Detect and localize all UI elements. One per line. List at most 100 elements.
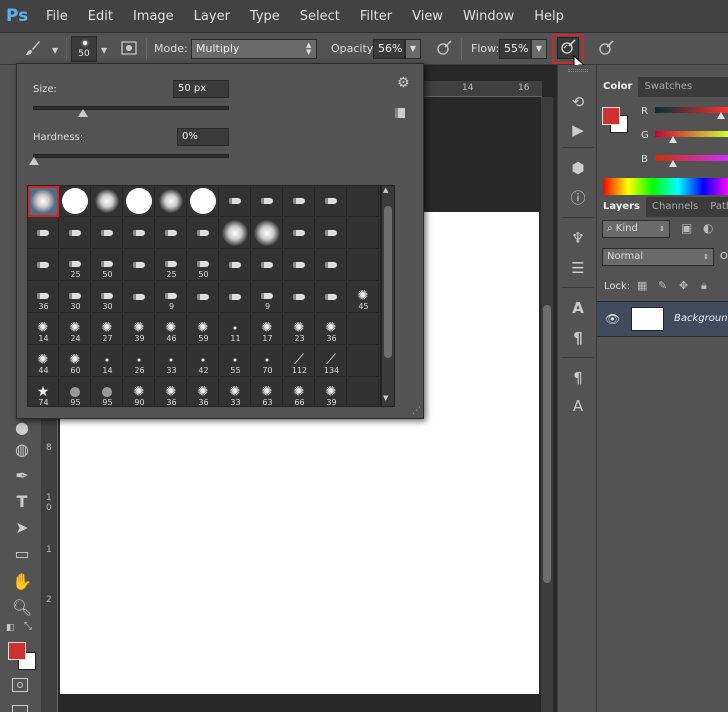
mode-select[interactable]: Multiply <box>191 39 317 59</box>
history-icon[interactable]: ⟲ <box>567 91 589 113</box>
screen-mode-icon[interactable] <box>12 705 28 712</box>
zoom-tool-icon[interactable]: 🔍︎ <box>8 597 36 619</box>
brush-preset-cell[interactable]: ✺ 45 <box>348 282 379 313</box>
brush-preset-cell[interactable]: 25 <box>60 250 91 281</box>
brush-tool-icon[interactable] <box>22 39 44 61</box>
brush-preset-cell[interactable] <box>316 282 347 313</box>
tab-swatches[interactable]: Swatches <box>638 77 698 97</box>
default-colors-icon[interactable]: ◧ <box>6 623 15 633</box>
brush-preset-cell[interactable]: 9 <box>156 282 187 313</box>
brush-preset-button[interactable]: 50 <box>71 36 97 62</box>
brush-preset-cell[interactable]: 30 <box>92 282 123 313</box>
swap-colors-icon[interactable]: ⤡ <box>24 621 32 632</box>
brush-preset-cell[interactable]: 50 <box>188 250 219 281</box>
brush-preset-cell[interactable]: ✺ 23 <box>284 314 315 345</box>
channel-b-slider[interactable] <box>655 155 728 161</box>
3d-icon[interactable]: ⬢ <box>567 157 589 179</box>
brush-presets-icon[interactable]: ♆ <box>567 227 589 249</box>
brush-preset-cell[interactable] <box>316 250 347 281</box>
hardness-slider-thumb[interactable] <box>29 157 39 165</box>
brush-preset-cell[interactable] <box>316 218 347 249</box>
tab-color[interactable]: Color <box>597 77 639 97</box>
brush-preset-cell[interactable]: ✺ 24 <box>60 314 91 345</box>
tab-layers[interactable]: Layers <box>597 197 646 217</box>
brush-preset-cell[interactable]: ⟋ 134 <box>316 346 347 377</box>
brush-picker-dropdown-icon[interactable]: ▼ <box>101 46 107 55</box>
lock-position-icon[interactable]: ✥ <box>679 279 688 292</box>
vertical-scrollbar-thumb[interactable] <box>543 305 551 583</box>
hardness-field[interactable]: 0% <box>177 128 229 146</box>
brush-preset-cell[interactable] <box>60 218 91 249</box>
brush-preset-cell[interactable]: ✺ 39 <box>124 314 155 345</box>
preset-grid-scroll-thumb[interactable] <box>384 206 392 358</box>
path-selection-tool-icon[interactable]: ➤ <box>8 517 36 539</box>
menu-layer[interactable]: Layer <box>184 0 240 33</box>
blur-tool-icon[interactable]: ● <box>8 417 36 439</box>
new-preset-icon[interactable] <box>395 108 405 118</box>
brush-preset-cell[interactable]: 26 <box>124 346 155 377</box>
brush-preset-cell[interactable] <box>28 186 59 217</box>
rectangle-tool-icon[interactable]: ▭ <box>8 543 36 565</box>
pen-tool-icon[interactable]: ✒ <box>8 465 36 487</box>
flow-dropdown-icon[interactable]: ▼ <box>531 39 547 59</box>
brush-preset-cell[interactable]: 30 <box>60 282 91 313</box>
brush-preset-cell[interactable]: 42 <box>188 346 219 377</box>
visibility-eye-icon[interactable]: 👁︎ <box>605 312 620 326</box>
brush-preset-cell[interactable] <box>124 186 155 217</box>
pressure-size-icon[interactable] <box>595 39 617 61</box>
brush-preset-cell[interactable]: ✺ 60 <box>60 346 91 377</box>
brush-preset-cell[interactable] <box>220 282 251 313</box>
menu-filter[interactable]: Filter <box>350 0 402 33</box>
brush-preset-cell[interactable]: 70 <box>252 346 283 377</box>
hand-tool-icon[interactable]: ✋ <box>8 571 36 593</box>
brush-preset-cell[interactable]: 11 <box>220 314 251 345</box>
resize-grip-icon[interactable]: ⋰ <box>412 406 421 416</box>
color-panel-fg-swatch[interactable] <box>602 107 620 125</box>
brush-preset-cell[interactable]: ⟋ 112 <box>284 346 315 377</box>
channel-b-thumb[interactable] <box>669 160 677 167</box>
lock-image-icon[interactable]: ✎ <box>658 279 667 292</box>
brush-preset-cell[interactable]: 36 <box>28 282 59 313</box>
brush-preset-cell[interactable] <box>348 314 379 345</box>
character-styles-icon[interactable]: A <box>567 395 589 417</box>
brush-preset-cell[interactable]: ✺ 33 <box>220 378 251 406</box>
menu-view[interactable]: View <box>402 0 453 33</box>
brush-preset-cell[interactable]: ✺ 44 <box>28 346 59 377</box>
brush-preset-cell[interactable]: ★ 74 <box>28 378 59 406</box>
menu-file[interactable]: File <box>36 0 78 33</box>
menu-edit[interactable]: Edit <box>78 0 123 33</box>
opacity-field[interactable]: 56% <box>373 39 405 59</box>
brush-preset-cell[interactable]: ✺ 90 <box>124 378 155 406</box>
brush-preset-cell[interactable] <box>92 218 123 249</box>
brush-preset-cell[interactable] <box>220 218 251 249</box>
scroll-down-icon[interactable]: ▼ <box>383 394 388 402</box>
brush-preset-cell[interactable] <box>348 378 379 406</box>
brush-preset-cell[interactable]: 55 <box>220 346 251 377</box>
brush-preset-cell[interactable]: 14 <box>92 346 123 377</box>
layer-row[interactable]: 👁︎ Background <box>597 301 728 337</box>
size-slider-thumb[interactable] <box>78 109 88 117</box>
tab-channels[interactable]: Channels <box>646 197 704 217</box>
brush-preset-cell[interactable] <box>284 282 315 313</box>
size-field[interactable]: 50 px <box>173 80 229 98</box>
layer-name[interactable]: Background <box>674 313 728 324</box>
type-tool-icon[interactable]: T <box>8 491 36 513</box>
brush-preset-cell[interactable] <box>348 186 379 217</box>
channel-g-slider[interactable] <box>655 131 728 137</box>
size-slider[interactable] <box>33 106 229 117</box>
brush-preset-cell[interactable]: ● 95 <box>60 378 91 406</box>
color-spectrum-ramp[interactable] <box>603 178 728 195</box>
brush-preset-cell[interactable]: 33 <box>156 346 187 377</box>
flow-field[interactable]: 55% <box>499 39 531 59</box>
brush-preset-cell[interactable] <box>220 250 251 281</box>
tool-preset-dropdown-icon[interactable]: ▼ <box>52 46 58 55</box>
brush-preset-cell[interactable] <box>28 250 59 281</box>
brush-preset-cell[interactable] <box>316 186 347 217</box>
brush-preset-cell[interactable] <box>252 186 283 217</box>
info-icon[interactable]: ⓘ <box>567 187 589 209</box>
brush-preset-cell[interactable]: ● 95 <box>92 378 123 406</box>
brush-preset-cell[interactable]: 9 <box>252 282 283 313</box>
brush-preset-cell[interactable] <box>220 186 251 217</box>
menu-type[interactable]: Type <box>240 0 290 33</box>
gear-icon[interactable]: ⚙ <box>397 75 410 91</box>
